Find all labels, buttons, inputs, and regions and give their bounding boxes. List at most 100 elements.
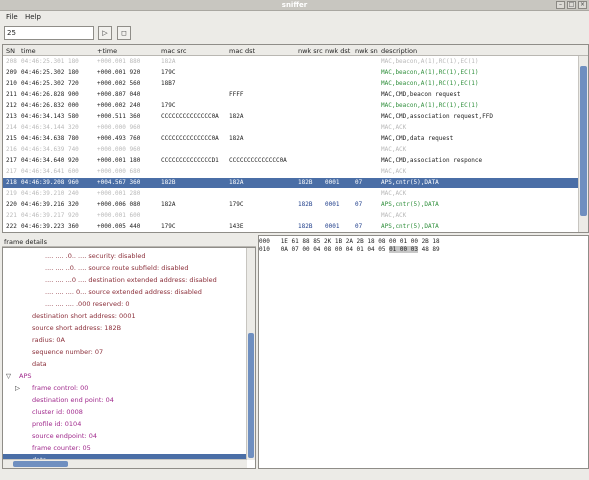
packet-row[interactable]: 210 04:46:25.302 720 +000.002 560 18B7 MAC,b… bbox=[3, 79, 578, 89]
detail-tree-label: .... .... ...0 .... destination extended… bbox=[45, 276, 217, 284]
col-mac-src: 182B bbox=[161, 179, 176, 186]
packet-row[interactable]: 209 04:46:25.302 180 +000.001 920 179C MAC,b… bbox=[3, 68, 578, 78]
packet-row[interactable]: 214 04:46:34.144 320 +000.000 960 MAC,ACK bbox=[3, 123, 578, 133]
minimize-button[interactable]: – bbox=[556, 1, 565, 9]
detail-tree-item[interactable]: .... .... ..0. .... source route subfiel… bbox=[3, 262, 247, 274]
col-time: 04:46:26.828 900 bbox=[21, 91, 79, 98]
col-nwk-src: 182B bbox=[298, 223, 313, 230]
detail-tree-item[interactable]: source endpoint: 04 bbox=[3, 430, 247, 442]
packet-list-header: SN time +time mac src mac dst nwk src nwk dst n… bbox=[3, 45, 588, 56]
col-delta-time: +000.000 960 bbox=[97, 146, 141, 153]
collapsed-arrow-icon[interactable]: ▷ bbox=[15, 382, 20, 394]
col-mac-dst: 182A bbox=[229, 135, 244, 142]
packet-row[interactable]: 218 04:46:39.208 960 +004.567 360 182B 182A 1… bbox=[3, 178, 578, 188]
menu-bar: File Help bbox=[0, 11, 589, 23]
detail-tree-label: frame counter: 05 bbox=[32, 444, 91, 452]
detail-tree-label: destination short address: 0001 bbox=[32, 312, 136, 320]
col-sn: 217 bbox=[6, 157, 17, 164]
col-time: 04:46:25.302 180 bbox=[21, 69, 79, 76]
column-header-mac-dst[interactable]: mac dst bbox=[229, 47, 255, 55]
detail-tree-item[interactable]: .... .... .0.. .... security: disabled bbox=[3, 250, 247, 262]
detail-tree-item[interactable]: ▷ frame control: 00 bbox=[3, 382, 247, 394]
detail-tree-item[interactable]: radius: 0A bbox=[3, 334, 247, 346]
toolbar: 25 ▷ ◻ bbox=[0, 23, 589, 43]
col-delta-time: +000.000 680 bbox=[97, 168, 141, 175]
detail-tree-label: source short address: 182B bbox=[32, 324, 122, 332]
hex-offset: 000 bbox=[259, 238, 270, 245]
col-time: 04:46:34.640 920 bbox=[21, 157, 79, 164]
column-header-mac-src[interactable]: mac src bbox=[161, 47, 186, 55]
detail-tree-item[interactable]: .... .... ...0 .... destination extended… bbox=[3, 274, 247, 286]
col-description: MAC,beacon,A(1),RC(1),EC(1) bbox=[381, 69, 479, 76]
col-mac-dst: 143E bbox=[229, 223, 244, 230]
detail-tree-item[interactable]: destination end point: 04 bbox=[3, 394, 247, 406]
play-icon[interactable]: ▷ bbox=[98, 26, 112, 40]
col-description: MAC,CMD,data request bbox=[381, 135, 454, 142]
col-nwk-dst: 0001 bbox=[325, 223, 340, 230]
packet-row[interactable]: 211 04:46:26.828 900 +000.807 040 FFFF MAC,C… bbox=[3, 90, 578, 100]
detail-tree-label: destination end point: 04 bbox=[32, 396, 114, 404]
hex-bytes: 1E 61 88 85 2K 1B 2A 2B 18 08 00 01 00 2… bbox=[280, 238, 440, 245]
detail-tree-label: .... .... .... 0... source extended addr… bbox=[45, 288, 202, 296]
details-horizontal-scrollbar[interactable] bbox=[3, 459, 247, 468]
details-vertical-scrollbar[interactable] bbox=[246, 248, 255, 460]
column-header-nwk-dst[interactable]: nwk dst bbox=[325, 47, 350, 55]
detail-tree-item[interactable]: destination short address: 0001 bbox=[3, 310, 247, 322]
detail-tree-item[interactable]: profile id: 0104 bbox=[3, 418, 247, 430]
col-time: 04:46:39.208 960 bbox=[21, 179, 79, 186]
menu-file[interactable]: File bbox=[6, 13, 18, 21]
col-sn: 214 bbox=[6, 124, 17, 131]
packet-row[interactable]: 217 04:46:34.641 600 +000.000 680 MAC,ACK bbox=[3, 167, 578, 177]
packet-row[interactable]: 215 04:46:34.638 780 +000.493 760 CCCCCCCCC… bbox=[3, 134, 578, 144]
col-sn: 215 bbox=[6, 135, 17, 142]
detail-tree-label: sequence number: 07 bbox=[32, 348, 104, 356]
col-description: APS,cntr(5),DATA bbox=[381, 201, 439, 208]
expanded-arrow-icon[interactable]: ▽ bbox=[6, 370, 11, 382]
packet-row[interactable]: 221 04:46:39.217 920 +000.001 600 MAC,ACK bbox=[3, 211, 578, 221]
col-sn: 221 bbox=[6, 212, 17, 219]
filter-input[interactable]: 25 bbox=[4, 26, 94, 40]
detail-tree-item[interactable]: data bbox=[3, 358, 247, 370]
packet-row[interactable]: 220 04:46:39.216 320 +000.006 080 182A 179C 1… bbox=[3, 200, 578, 210]
maximize-button[interactable]: □ bbox=[567, 1, 576, 9]
col-delta-time: +000.000 960 bbox=[97, 124, 141, 131]
col-mac-src: CCCCCCCCCCCCCC0A bbox=[161, 113, 219, 120]
col-delta-time: +004.567 360 bbox=[97, 179, 141, 186]
packet-row[interactable]: 222 04:46:39.223 360 +000.005 440 179C 143E 1… bbox=[3, 222, 578, 232]
col-delta-time: +000.002 240 bbox=[97, 102, 141, 109]
detail-tree-item[interactable]: .... .... .... 0... source extended addr… bbox=[3, 286, 247, 298]
detail-tree-item[interactable]: cluster id: 0008 bbox=[3, 406, 247, 418]
detail-tree-item[interactable]: source short address: 182B bbox=[3, 322, 247, 334]
scrollbar-thumb[interactable] bbox=[248, 333, 254, 458]
col-time: 04:46:39.210 240 bbox=[21, 190, 79, 197]
col-delta-time: +000.493 760 bbox=[97, 135, 141, 142]
column-header-time[interactable]: time bbox=[21, 47, 36, 55]
col-sn: 217 bbox=[6, 168, 17, 175]
col-time: 04:46:34.639 740 bbox=[21, 146, 79, 153]
column-header-sn[interactable]: SN bbox=[6, 47, 15, 55]
packet-row[interactable]: 212 04:46:26.832 000 +000.002 240 179C MAC,b… bbox=[3, 101, 578, 111]
close-button[interactable]: × bbox=[578, 1, 587, 9]
column-header-nwk-sn[interactable]: nwk sn bbox=[355, 47, 378, 55]
column-header-description[interactable]: description bbox=[381, 47, 417, 55]
column-header-nwk-src[interactable]: nwk src bbox=[298, 47, 323, 55]
packet-row[interactable]: 208 04:46:25.301 180 +000.001 880 182A MAC,b… bbox=[3, 57, 578, 67]
detail-tree-item[interactable]: sequence number: 07 bbox=[3, 346, 247, 358]
scrollbar-thumb[interactable] bbox=[580, 66, 587, 216]
detail-tree-item[interactable]: .... .... .... .000 reserved: 0 bbox=[3, 298, 247, 310]
col-time: 04:46:34.144 320 bbox=[21, 124, 79, 131]
packet-list-scrollbar[interactable] bbox=[578, 56, 588, 232]
scrollbar-thumb[interactable] bbox=[13, 461, 68, 467]
packet-row[interactable]: 217 04:46:34.640 920 +000.001 180 CCCCCCCCC… bbox=[3, 156, 578, 166]
col-description: MAC,CMD,association responce bbox=[381, 157, 483, 164]
detail-tree-item[interactable]: frame counter: 05 bbox=[3, 442, 247, 454]
column-header-delta-time[interactable]: +time bbox=[97, 47, 117, 55]
detail-tree-label: source endpoint: 04 bbox=[32, 432, 97, 440]
packet-row[interactable]: 219 04:46:39.210 240 +000.001 280 MAC,ACK bbox=[3, 189, 578, 199]
col-description: APS,cntr(5),DATA bbox=[381, 223, 439, 230]
detail-tree-item[interactable]: ▽ APS bbox=[3, 370, 247, 382]
packet-row[interactable]: 216 04:46:34.639 740 +000.000 960 MAC,ACK bbox=[3, 145, 578, 155]
stop-icon[interactable]: ◻ bbox=[117, 26, 131, 40]
menu-help[interactable]: Help bbox=[25, 13, 41, 21]
packet-row[interactable]: 213 04:46:34.143 580 +000.511 360 CCCCCCCCC… bbox=[3, 112, 578, 122]
